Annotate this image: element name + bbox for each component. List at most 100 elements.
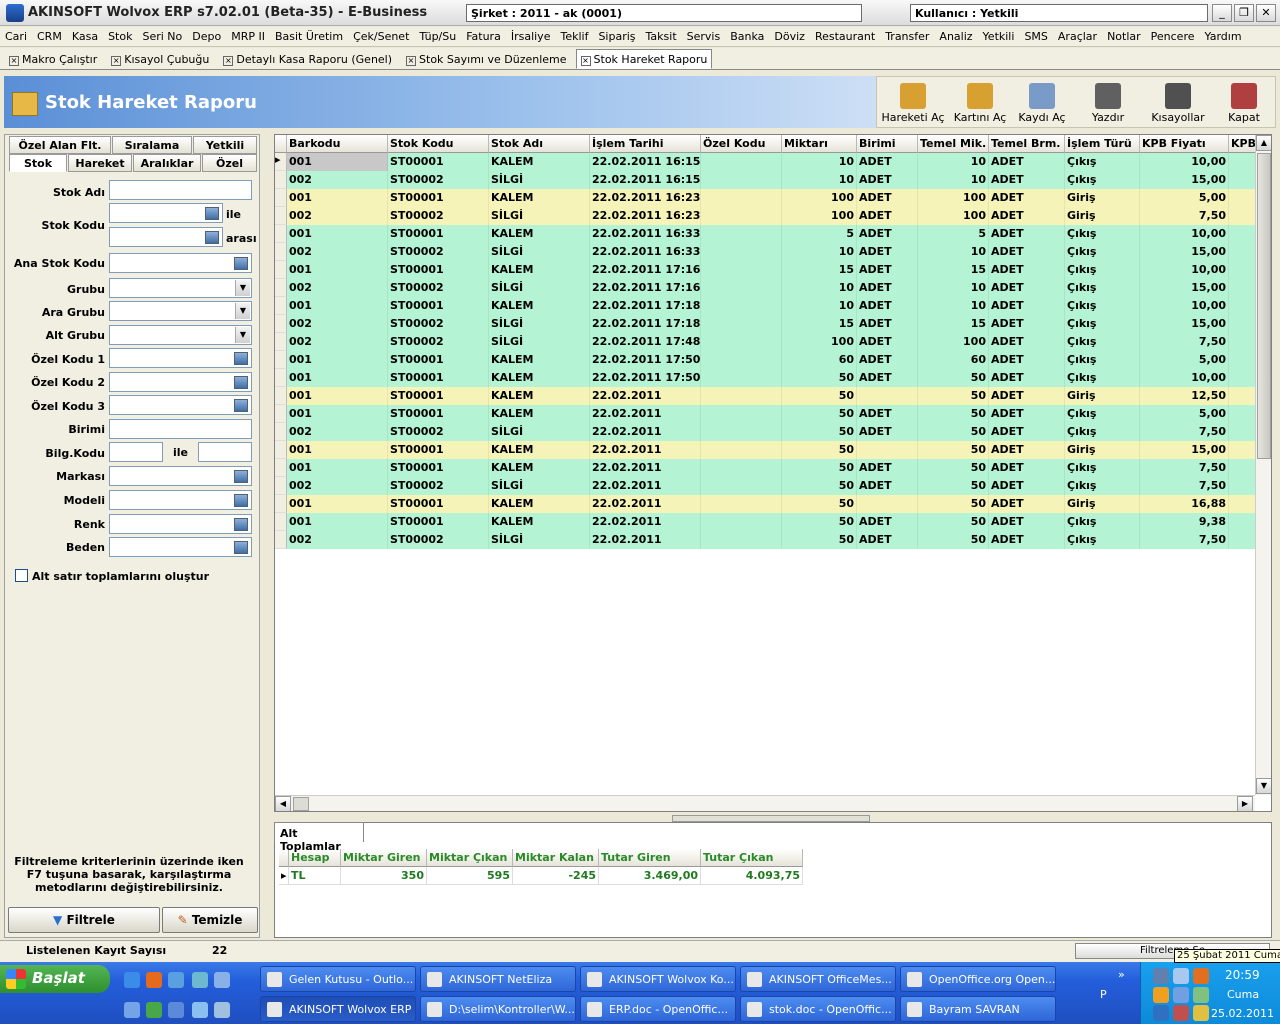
stok-kodu-to-input[interactable] bbox=[109, 227, 223, 247]
vertical-scroll-thumb[interactable] bbox=[1257, 153, 1271, 459]
menu-item[interactable]: Yetkili bbox=[978, 27, 1020, 43]
menu-item[interactable]: MRP II bbox=[226, 27, 270, 43]
close-icon[interactable]: ✕ bbox=[1256, 4, 1276, 22]
table-row[interactable]: 001ST00001KALEM22.02.2011 17:18:1810ADET… bbox=[287, 297, 1255, 315]
tray-icon[interactable] bbox=[1153, 987, 1169, 1003]
table-row[interactable]: 002 ST00002 SİLGİ 22.02.2011 50 ADET 50 ADET Çık… bbox=[287, 477, 1255, 495]
app-icon[interactable] bbox=[192, 1002, 208, 1018]
toolbar-button[interactable]: Kaydı Aç bbox=[1011, 77, 1073, 129]
table-row[interactable]: 001ST00001KALEM22.02.2011 17:50:1060ADET… bbox=[287, 351, 1255, 369]
chevron-down-icon[interactable]: ▼ bbox=[235, 327, 250, 343]
column-header[interactable]: İşlem Tarihi bbox=[590, 135, 701, 153]
toolbar-button[interactable]: Hareketi Aç bbox=[877, 77, 949, 129]
column-header[interactable]: Barkodu bbox=[287, 135, 388, 153]
column-header[interactable]: Stok Adı bbox=[489, 135, 590, 153]
menu-item[interactable]: Depo bbox=[187, 27, 226, 43]
column-header[interactable]: Stok Kodu bbox=[388, 135, 489, 153]
tray-icon[interactable] bbox=[1193, 1005, 1209, 1021]
alt-satir-checkbox[interactable] bbox=[15, 569, 28, 582]
menu-item[interactable]: Notlar bbox=[1102, 27, 1146, 43]
row-indicator[interactable] bbox=[275, 279, 287, 297]
tray-icon[interactable] bbox=[1173, 1005, 1189, 1021]
column-header[interactable]: Temel Mik. bbox=[918, 135, 989, 153]
menu-item[interactable]: CRM bbox=[32, 27, 67, 43]
taskbar-item[interactable]: ERP.doc - OpenOffic... bbox=[580, 996, 736, 1022]
chevron-down-icon[interactable]: ▼ bbox=[235, 280, 250, 296]
ozel-kodu-2-input[interactable] bbox=[109, 372, 252, 392]
quicklaunch-icon[interactable] bbox=[214, 972, 230, 988]
menu-item[interactable]: Analiz bbox=[934, 27, 977, 43]
menu-item[interactable]: İrsaliye bbox=[506, 27, 556, 43]
close-tab-icon[interactable]: × bbox=[223, 56, 234, 66]
row-indicator[interactable] bbox=[275, 459, 287, 477]
menu-item[interactable]: Basit Üretim bbox=[270, 27, 348, 43]
table-row[interactable]: 001 ST00001 KALEM 22.02.2011 50 ADET 50 ADET Çık… bbox=[287, 459, 1255, 477]
lookup-icon[interactable] bbox=[234, 257, 248, 270]
scroll-up-icon[interactable]: ▲ bbox=[1256, 135, 1271, 151]
tab-ozel[interactable]: Özel bbox=[202, 154, 257, 172]
close-tab-icon[interactable]: × bbox=[9, 56, 19, 66]
lookup-icon[interactable] bbox=[234, 541, 248, 554]
toolbar-button[interactable]: Yazdır bbox=[1073, 77, 1143, 129]
table-row[interactable]: 001ST00001KALEM22.02.2011 16:15:1810ADET… bbox=[287, 153, 1255, 171]
grubu-select[interactable]: ▼ bbox=[109, 278, 252, 298]
tray-icon[interactable] bbox=[1193, 987, 1209, 1003]
app-icon[interactable] bbox=[214, 1002, 230, 1018]
table-row[interactable]: 001ST00001KALEM22.02.2011 17:16:4015ADET… bbox=[287, 261, 1255, 279]
table-row[interactable]: 001 ST00001 KALEM 22.02.2011 50 ADET 50 ADET Çık… bbox=[287, 513, 1255, 531]
tray-icon[interactable] bbox=[1193, 968, 1209, 984]
taskbar-item[interactable]: Bayram SAVRAN bbox=[900, 996, 1056, 1022]
tray-icon[interactable] bbox=[1173, 987, 1189, 1003]
lookup-icon[interactable] bbox=[205, 207, 219, 220]
table-row[interactable]: 002ST00002SİLGİ22.02.2011 17:18:1815ADET… bbox=[287, 315, 1255, 333]
document-tab[interactable]: × Stok Sayımı ve Düzenleme bbox=[401, 49, 572, 69]
table-row[interactable]: 002ST00002SİLGİ22.02.2011 17:16:4010ADET… bbox=[287, 279, 1255, 297]
table-row[interactable]: 001 ST00001 KALEM 22.02.2011 50 ADET 50 ADET Çık… bbox=[287, 405, 1255, 423]
document-tab[interactable]: × Stok Hareket Raporu bbox=[575, 49, 713, 69]
menu-item[interactable]: Seri No bbox=[137, 27, 187, 43]
table-row[interactable]: 002ST00002SİLGİ22.02.2011 16:15:1810ADET… bbox=[287, 171, 1255, 189]
taskbar-item[interactable]: stok.doc - OpenOffic... bbox=[740, 996, 896, 1022]
toolbar-button[interactable]: Kapat bbox=[1213, 77, 1275, 129]
minimize-icon[interactable]: _ bbox=[1212, 4, 1232, 22]
tray-icon[interactable] bbox=[1153, 1005, 1169, 1021]
row-indicator[interactable] bbox=[275, 207, 287, 225]
tab-yetkili[interactable]: Yetkili bbox=[193, 136, 257, 154]
stok-adi-input[interactable] bbox=[109, 180, 252, 200]
row-indicator[interactable] bbox=[275, 315, 287, 333]
menu-item[interactable]: Araçlar bbox=[1053, 27, 1102, 43]
column-header[interactable]: Miktarı bbox=[782, 135, 857, 153]
row-indicator[interactable] bbox=[275, 189, 287, 207]
row-indicator[interactable] bbox=[275, 333, 287, 351]
table-row[interactable]: 002 ST00002 SİLGİ 22.02.2011 50 ADET 50 ADET Çık… bbox=[287, 423, 1255, 441]
birimi-input[interactable] bbox=[109, 419, 252, 439]
row-indicator[interactable] bbox=[275, 477, 287, 495]
menu-item[interactable]: Tüp/Su bbox=[414, 27, 461, 43]
menu-item[interactable]: Cari bbox=[0, 27, 32, 43]
totals-column-header[interactable]: Tutar Giren bbox=[599, 849, 701, 867]
bilg-kodu-to-input[interactable] bbox=[198, 442, 252, 462]
lookup-icon[interactable] bbox=[234, 470, 248, 483]
scroll-right-icon[interactable]: ▶ bbox=[1237, 796, 1253, 811]
menu-item[interactable]: Çek/Senet bbox=[348, 27, 414, 43]
menu-item[interactable]: Kasa bbox=[67, 27, 103, 43]
document-tab[interactable]: × Makro Çalıştır bbox=[4, 49, 102, 69]
menu-item[interactable]: Fatura bbox=[461, 27, 506, 43]
stok-kodu-from-input[interactable] bbox=[109, 203, 223, 223]
show-more-icon[interactable]: » bbox=[1118, 968, 1125, 981]
tab-ozel-alan[interactable]: Özel Alan Flt. bbox=[9, 136, 111, 154]
menu-item[interactable]: Banka bbox=[725, 27, 769, 43]
column-header[interactable]: İşlem Türü bbox=[1065, 135, 1140, 153]
close-tab-icon[interactable]: × bbox=[111, 56, 122, 66]
totals-column-header[interactable]: Tutar Çıkan bbox=[701, 849, 803, 867]
row-indicator[interactable] bbox=[275, 261, 287, 279]
restore-icon[interactable]: ❐ bbox=[1234, 4, 1254, 22]
app-icon[interactable] bbox=[124, 1002, 140, 1018]
lookup-icon[interactable] bbox=[234, 352, 248, 365]
temizle-button[interactable]: ✎ Temizle bbox=[162, 907, 258, 933]
toolbar-button[interactable]: Kısayollar bbox=[1143, 77, 1213, 129]
menu-item[interactable]: Yardım bbox=[1200, 27, 1247, 43]
beden-input[interactable] bbox=[109, 537, 252, 557]
menu-item[interactable]: Restaurant bbox=[810, 27, 880, 43]
row-indicator[interactable] bbox=[275, 387, 287, 405]
